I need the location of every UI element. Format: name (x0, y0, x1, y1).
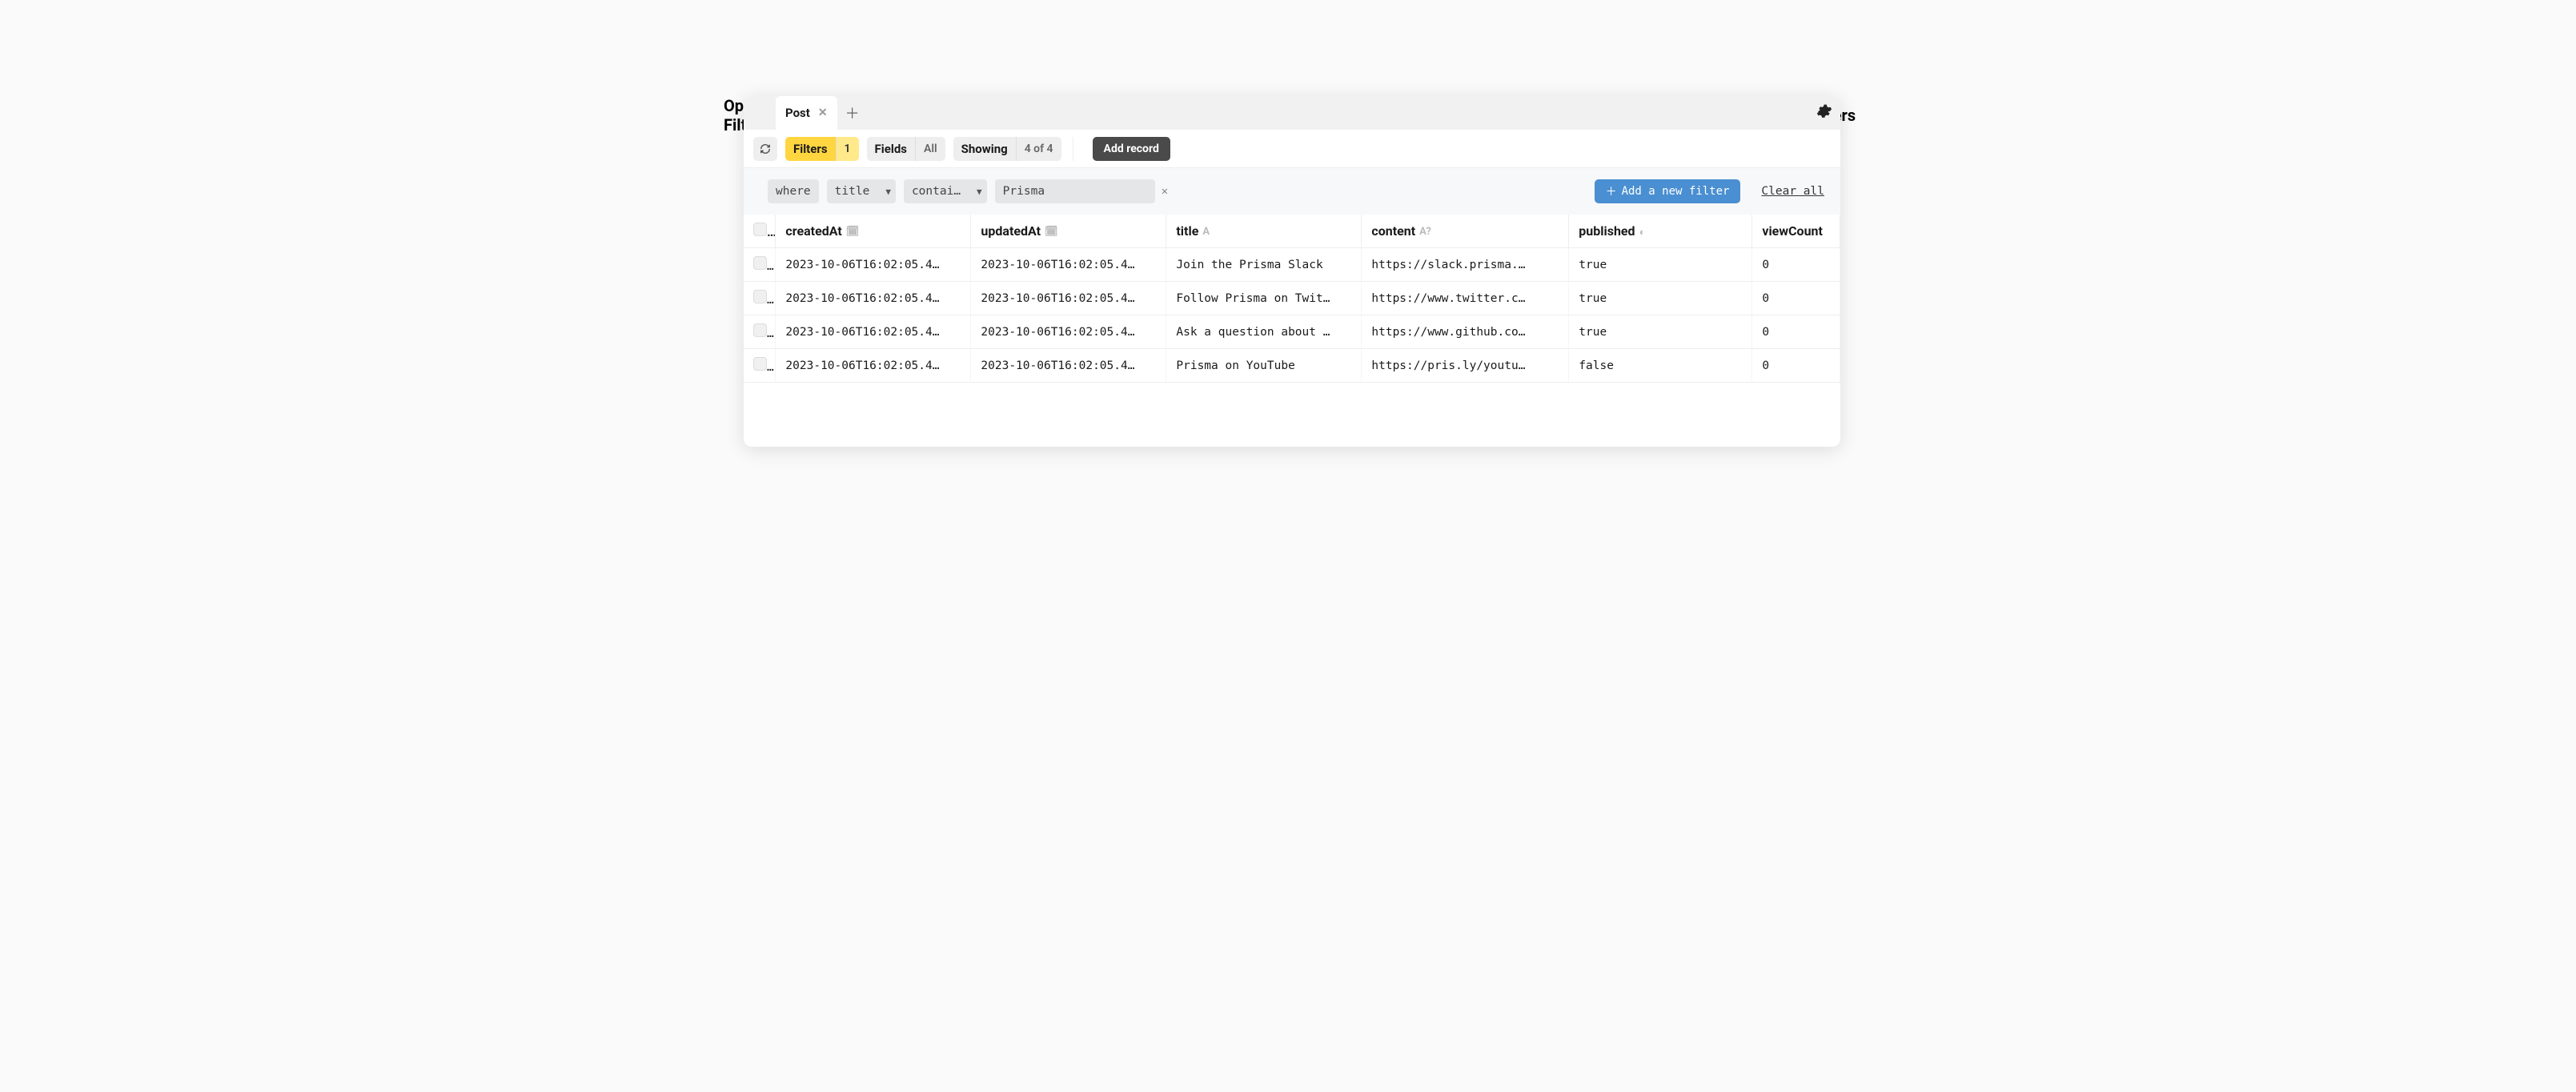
row-checkbox[interactable] (753, 323, 767, 337)
table-row[interactable]: 2023-10-06T16:02:05.4…2023-10-06T16:02:0… (744, 315, 1840, 349)
col-label: published (1579, 223, 1635, 239)
filter-value-input[interactable]: Prisma (995, 179, 1155, 203)
filter-op-select[interactable]: contai… ▼ (904, 179, 987, 203)
where-chip: where (768, 179, 819, 203)
cell-createdAt[interactable]: 2023-10-06T16:02:05.4… (776, 349, 971, 383)
filter-field-select[interactable]: title ▼ (827, 179, 896, 203)
cell-updatedAt[interactable]: 2023-10-06T16:02:05.4… (971, 349, 1166, 383)
chevron-down-icon: ▼ (977, 187, 982, 197)
showing-label: Showing (953, 142, 1016, 156)
bool-icon: ◐ (1639, 227, 1646, 239)
col-updatedAt[interactable]: updatedAt 🗓 (971, 215, 1166, 248)
filters-label: Filters (785, 137, 836, 161)
cell-title[interactable]: Ask a question about … (1166, 315, 1362, 349)
data-table: createdAt 🗓 updatedAt 🗓 title A content A? p… (744, 215, 1840, 383)
add-filter-label: Add a new filter (1622, 185, 1730, 198)
gear-icon[interactable] (1816, 103, 1832, 123)
row-checkbox[interactable] (753, 357, 767, 371)
cell-title[interactable]: Follow Prisma on Twit… (1166, 282, 1362, 315)
cell-viewCount[interactable]: 0 (1752, 282, 1840, 315)
row-checkbox[interactable] (753, 290, 767, 303)
filter-row: where title ▼ contai… ▼ Prisma ✕ ＋ Add a… (744, 168, 1840, 215)
select-all-checkbox[interactable] (753, 223, 767, 236)
col-title[interactable]: title A (1166, 215, 1362, 248)
col-viewCount[interactable]: viewCount (1752, 215, 1840, 248)
showing-button[interactable]: Showing 4 of 4 (953, 137, 1061, 161)
table-row[interactable]: 2023-10-06T16:02:05.4…2023-10-06T16:02:0… (744, 248, 1840, 282)
cell-updatedAt[interactable]: 2023-10-06T16:02:05.4… (971, 282, 1166, 315)
refresh-button[interactable] (753, 137, 777, 161)
col-label: title (1176, 223, 1198, 239)
filter-op-value: contai… (912, 185, 961, 198)
calendar-icon: 🗓 (846, 226, 860, 238)
app-window: Post ✕ ＋ Filters 1 Fields All Showing 4 (744, 96, 1840, 447)
add-record-button[interactable]: Add record (1093, 137, 1170, 161)
cell-title[interactable]: Join the Prisma Slack (1166, 248, 1362, 282)
cell-content[interactable]: https://www.github.co… (1362, 315, 1569, 349)
add-filter-button[interactable]: ＋ Add a new filter (1595, 179, 1741, 203)
cell-content[interactable]: https://www.twitter.c… (1362, 282, 1569, 315)
tab-bar: Post ✕ ＋ (744, 96, 1840, 130)
text-nullable-icon: A? (1419, 226, 1431, 238)
cell-createdAt[interactable]: 2023-10-06T16:02:05.4… (776, 282, 971, 315)
cell-content[interactable]: https://slack.prisma.… (1362, 248, 1569, 282)
cell-viewCount[interactable]: 0 (1752, 315, 1840, 349)
clear-filter-button[interactable]: ✕ (1162, 185, 1168, 198)
plus-icon: ＋ (1606, 183, 1617, 199)
toolbar: Filters 1 Fields All Showing 4 of 4 Add … (744, 130, 1840, 168)
cell-title[interactable]: Prisma on YouTube (1166, 349, 1362, 383)
cell-viewCount[interactable]: 0 (1752, 248, 1840, 282)
fields-label: Fields (867, 142, 915, 156)
fields-sub: All (915, 137, 945, 161)
table-row[interactable]: 2023-10-06T16:02:05.4…2023-10-06T16:02:0… (744, 349, 1840, 383)
col-published[interactable]: published ◐ (1569, 215, 1752, 248)
fields-button[interactable]: Fields All (867, 137, 945, 161)
close-icon[interactable]: ✕ (818, 106, 828, 119)
col-label: viewCount (1762, 223, 1823, 239)
cell-updatedAt[interactable]: 2023-10-06T16:02:05.4… (971, 315, 1166, 349)
cell-published[interactable]: true (1569, 282, 1752, 315)
cell-updatedAt[interactable]: 2023-10-06T16:02:05.4… (971, 248, 1166, 282)
showing-sub: 4 of 4 (1016, 137, 1061, 161)
col-label: createdAt (785, 223, 841, 239)
col-label: updatedAt (981, 223, 1041, 239)
filters-count: 1 (836, 137, 859, 161)
clear-all-button[interactable]: Clear all (1761, 185, 1824, 198)
add-tab-button[interactable]: ＋ (845, 102, 860, 123)
text-icon: A (1202, 226, 1210, 238)
chevron-down-icon: ▼ (885, 187, 891, 197)
col-content[interactable]: content A? (1362, 215, 1569, 248)
cell-published[interactable]: false (1569, 349, 1752, 383)
filters-button[interactable]: Filters 1 (785, 137, 859, 161)
col-label: content (1371, 223, 1415, 239)
tab-label: Post (785, 106, 810, 120)
table-row[interactable]: 2023-10-06T16:02:05.4…2023-10-06T16:02:0… (744, 282, 1840, 315)
cell-createdAt[interactable]: 2023-10-06T16:02:05.4… (776, 315, 971, 349)
col-createdAt[interactable]: createdAt 🗓 (776, 215, 971, 248)
cell-createdAt[interactable]: 2023-10-06T16:02:05.4… (776, 248, 971, 282)
cell-content[interactable]: https://pris.ly/youtu… (1362, 349, 1569, 383)
cell-viewCount[interactable]: 0 (1752, 349, 1840, 383)
cell-published[interactable]: true (1569, 248, 1752, 282)
calendar-icon: 🗓 (1045, 226, 1058, 238)
table-header-row: createdAt 🗓 updatedAt 🗓 title A content A? p… (744, 215, 1840, 248)
row-checkbox[interactable] (753, 256, 767, 270)
filter-field-value: title (835, 185, 870, 198)
tab-post[interactable]: Post ✕ (776, 96, 837, 130)
cell-published[interactable]: true (1569, 315, 1752, 349)
